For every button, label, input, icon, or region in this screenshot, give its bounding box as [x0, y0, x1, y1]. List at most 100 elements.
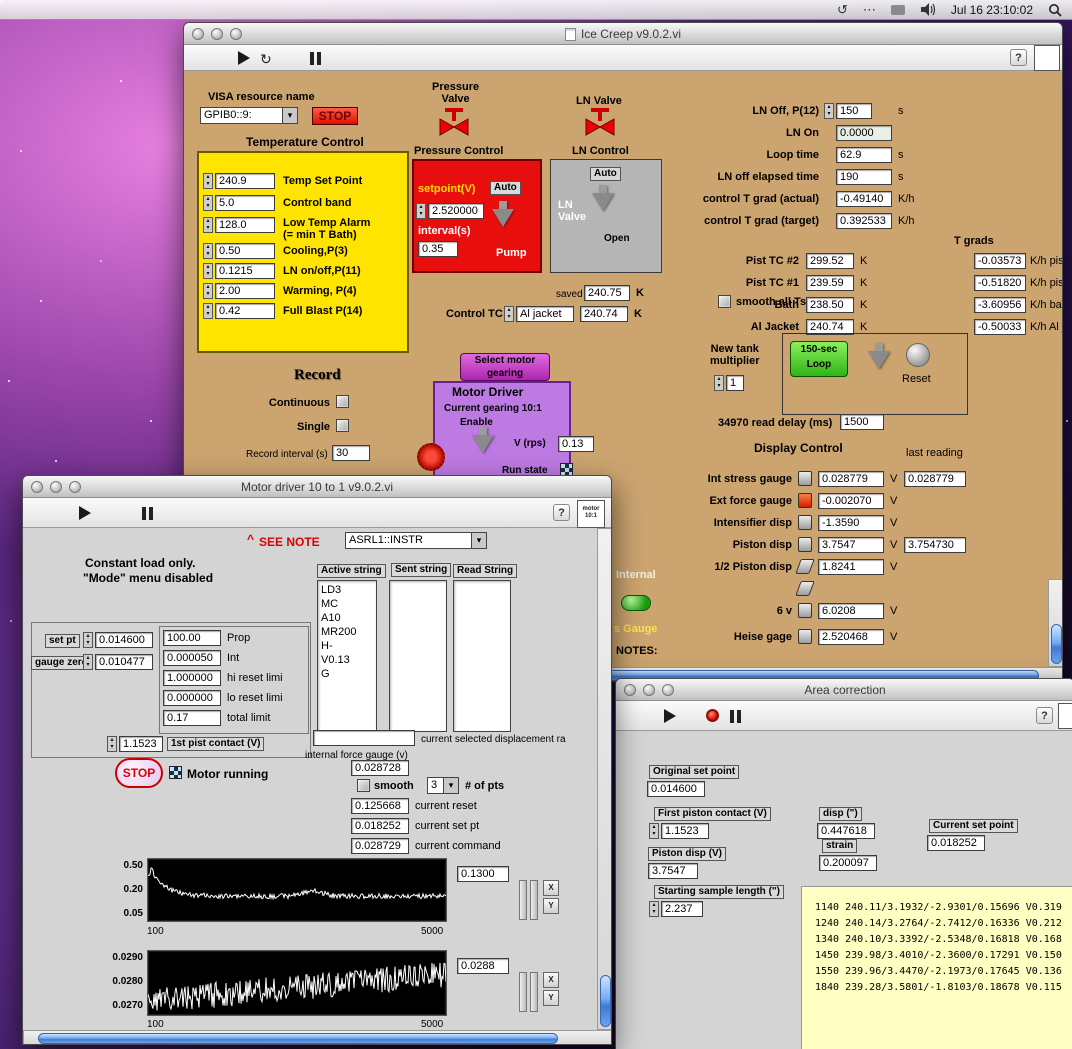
area-correction-titlebar[interactable]: Area correction [616, 679, 1072, 701]
loop-knob[interactable] [868, 351, 890, 369]
graph-scroll-bar[interactable] [530, 880, 538, 920]
cooling-field[interactable]: 0.50 [215, 243, 275, 259]
graph-scroll-bar[interactable] [519, 880, 527, 920]
hi-reset-field[interactable]: 1.000000 [163, 670, 221, 686]
vi-icon[interactable]: motor 10:1 [577, 500, 605, 528]
setpoint-field[interactable]: 2.520000 [428, 203, 484, 219]
param-spinner[interactable]: ▴▾ [824, 103, 834, 119]
gauge-zero-field[interactable]: 0.010477 [95, 654, 153, 670]
prop-field[interactable]: 100.00 [163, 630, 221, 646]
display-toggle[interactable] [798, 515, 812, 530]
help-button[interactable]: ? [553, 504, 570, 521]
set-pt-field[interactable]: 0.014600 [95, 632, 153, 648]
temp-set-point-field[interactable]: 240.9 [215, 173, 275, 189]
horizontal-scrollbar[interactable] [23, 1030, 612, 1045]
select-gearing-button[interactable]: Select motor gearing [460, 353, 550, 381]
pause-button[interactable] [142, 507, 153, 520]
contact-spinner[interactable]: ▴▾ [107, 736, 117, 752]
num-pts-dropdown[interactable]: 3 [427, 777, 459, 794]
reset-button[interactable] [906, 343, 930, 367]
display-toggle[interactable] [798, 629, 812, 644]
single-checkbox[interactable] [336, 419, 349, 432]
visa-resource-dropdown[interactable]: ASRL1::INSTR [345, 532, 487, 549]
vertical-scrollbar[interactable] [597, 528, 612, 1030]
pressure-mode-knob[interactable] [492, 209, 514, 227]
volume-icon[interactable] [920, 3, 936, 16]
motor-driver-titlebar[interactable]: Motor driver 10 to 1 v9.0.2.vi [23, 476, 611, 498]
stop-button[interactable]: STOP [115, 758, 163, 788]
vertical-scrollbar[interactable] [1048, 579, 1063, 667]
sent-string-list[interactable] [389, 580, 447, 732]
temp-row-spinner[interactable]: ▴▾ [203, 263, 213, 279]
internal-gauge-button[interactable] [621, 595, 651, 611]
contact-field[interactable]: 1.1523 [119, 736, 163, 752]
x-scale-button[interactable]: X [543, 972, 559, 988]
pause-button[interactable] [730, 710, 741, 723]
display-toggle[interactable] [798, 537, 812, 552]
temp-row-spinner[interactable]: ▴▾ [203, 195, 213, 211]
gauge-zero-spinner[interactable]: ▴▾ [83, 654, 93, 670]
display-toggle[interactable] [798, 493, 812, 508]
interval-field[interactable]: 0.35 [418, 241, 458, 257]
smooth-all-checkbox[interactable] [718, 295, 731, 308]
loop-button[interactable]: 150-sec Loop [790, 341, 848, 377]
read-delay-field[interactable]: 1500 [840, 414, 884, 430]
pressure-auto-chip[interactable]: Auto [490, 181, 521, 195]
temp-row-spinner[interactable]: ▴▾ [203, 303, 213, 319]
set-pt-spinner[interactable]: ▴▾ [83, 632, 93, 648]
temp-row-spinner[interactable]: ▴▾ [203, 243, 213, 259]
sample-length-field[interactable]: 2.237 [661, 901, 703, 917]
record-interval-field[interactable]: 30 [332, 445, 370, 461]
record-button[interactable] [706, 709, 719, 722]
motor-running-indicator[interactable] [169, 766, 182, 779]
run-button[interactable] [79, 506, 91, 520]
smooth-checkbox[interactable] [357, 779, 370, 792]
help-button[interactable]: ? [1010, 49, 1027, 66]
y-scale-button[interactable]: Y [543, 898, 559, 914]
ln-onoff-field[interactable]: 0.1215 [215, 263, 275, 279]
read-string-list[interactable] [453, 580, 511, 732]
int-field[interactable]: 0.000050 [163, 650, 221, 666]
help-button[interactable]: ? [1036, 707, 1053, 724]
continuous-checkbox[interactable] [336, 395, 349, 408]
force-history-graph[interactable] [147, 858, 447, 922]
scrollbar-thumb[interactable] [600, 975, 611, 1027]
temp-row-spinner[interactable]: ▴▾ [203, 173, 213, 189]
graph-scroll-bar[interactable] [530, 972, 538, 1012]
tank-spinner[interactable]: ▴▾ [714, 375, 724, 391]
length-spinner[interactable]: ▴▾ [649, 901, 659, 917]
display-toggle[interactable] [795, 581, 814, 596]
time-machine-icon[interactable]: ↺ [837, 0, 848, 20]
contact-spinner[interactable]: ▴▾ [649, 823, 659, 839]
scrollbar-thumb[interactable] [1051, 624, 1062, 664]
vi-icon[interactable] [1034, 45, 1060, 71]
menu-clock[interactable]: Jul 16 23:10:02 [951, 3, 1033, 17]
control-tc-spinner[interactable]: ▴▾ [504, 306, 514, 322]
temp-row-spinner[interactable]: ▴▾ [203, 283, 213, 299]
stop-button[interactable]: STOP [312, 107, 358, 125]
low-temp-alarm-field[interactable]: 128.0 [215, 217, 275, 233]
y-scale-button[interactable]: Y [543, 990, 559, 1006]
spotlight-icon[interactable] [1048, 3, 1062, 17]
display-toggle[interactable] [798, 603, 812, 618]
tank-field[interactable]: 1 [726, 375, 744, 391]
vi-icon[interactable] [1058, 703, 1072, 729]
ln-off-field[interactable]: 150 [836, 103, 872, 119]
control-tc-select[interactable]: Al jacket [516, 306, 574, 322]
warming-field[interactable]: 2.00 [215, 283, 275, 299]
lo-reset-field[interactable]: 0.000000 [163, 690, 221, 706]
display-toggle[interactable] [798, 471, 812, 486]
scrollbar-thumb[interactable] [38, 1033, 558, 1044]
full-blast-field[interactable]: 0.42 [215, 303, 275, 319]
temp-row-spinner[interactable]: ▴▾ [203, 217, 213, 233]
more-icon[interactable]: ⋯ [863, 0, 876, 20]
displays-icon[interactable] [891, 5, 905, 15]
run-button[interactable] [238, 51, 250, 65]
motor-enable-knob[interactable] [472, 435, 494, 453]
first-piston-contact-field[interactable]: 1.1523 [661, 823, 709, 839]
pause-button[interactable] [310, 52, 321, 65]
display-toggle[interactable] [795, 559, 814, 574]
setpoint-history-graph[interactable] [147, 950, 447, 1016]
x-scale-button[interactable]: X [543, 880, 559, 896]
active-string-list[interactable]: LD3 MC A10 MR200 H- V0.13 G [317, 580, 377, 732]
